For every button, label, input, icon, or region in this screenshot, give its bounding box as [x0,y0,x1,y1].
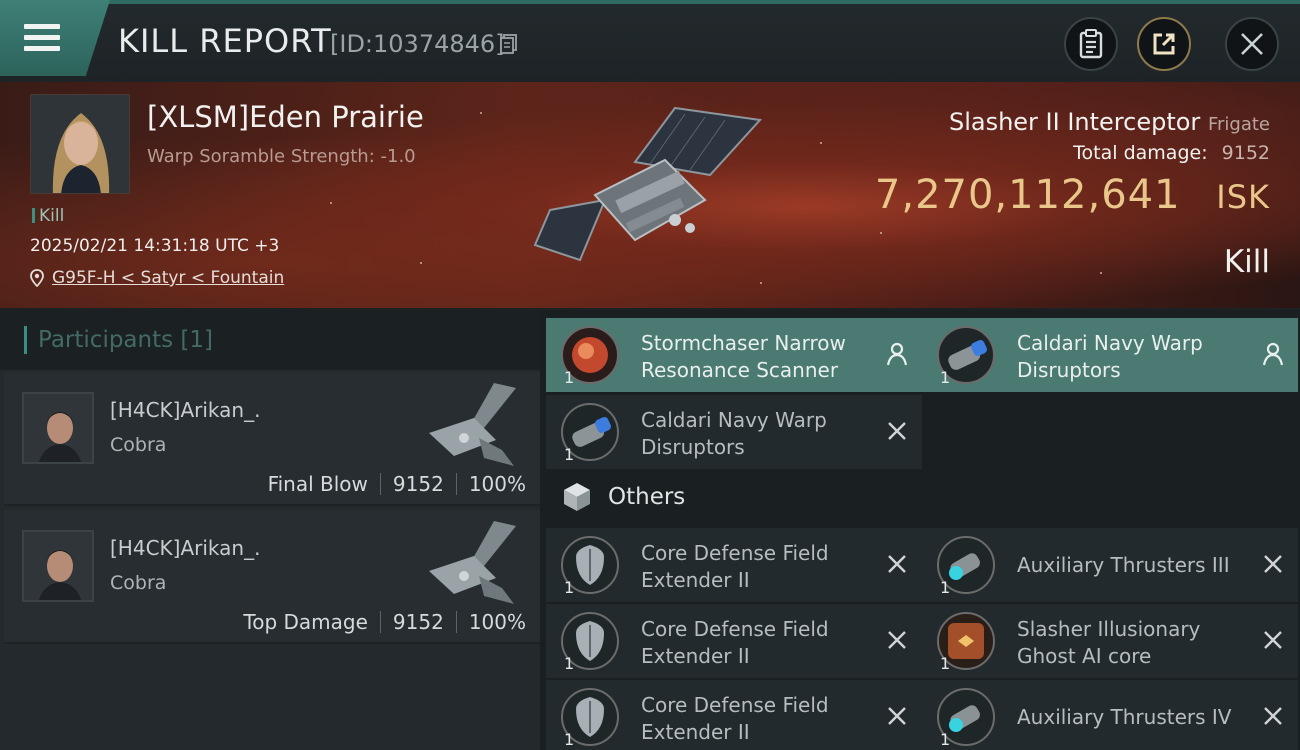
kill-tag: Kill [32,206,64,226]
victim-name: [XLSM]Eden Prairie [147,100,424,134]
participant-role: Final Blow [267,472,368,496]
item-slot[interactable]: 1 Auxiliary Thrusters III [922,528,1298,602]
victim-portrait-icon [31,95,129,193]
total-damage-value: 9152 [1221,142,1270,164]
participants-header: Participants [1] [0,310,540,370]
item-slot[interactable]: 1 Slasher Illusionary Ghost AI core [922,604,1298,678]
destroyed-icon [888,631,906,649]
location-link[interactable]: G95F-H < Satyr < Fountain [30,268,284,288]
item-name: Auxiliary Thrusters III [1017,553,1230,577]
destroyed-icon [888,555,906,573]
kill-datetime: 2025/02/21 14:31:18 UTC +3 [30,236,280,256]
isk-unit: ISK [1216,178,1270,216]
location-text: G95F-H < Satyr < Fountain [52,268,285,288]
isk-amount: 7,270,112,641 [874,172,1181,218]
total-damage: Total damage: 9152 [1073,142,1270,164]
participants-panel: Participants [1] [H4CK]Arikan_. Cobra Fi… [0,310,540,750]
participant-percent: 100% [468,610,526,634]
item-slot[interactable]: 1 Core Defense Field Extender II [546,604,922,678]
pilot-portrait-icon [24,394,92,462]
participant-stats: Top Damage 9152 100% [243,610,526,634]
dropped-icon [886,342,908,366]
isk-value: 7,270,112,641 ISK [875,172,1270,218]
share-button[interactable] [1137,17,1191,71]
item-name: Caldari Navy Warp Disruptors [641,408,827,459]
close-icon [1241,33,1263,55]
item-name: Caldari Navy Warp Disruptors [1017,331,1203,382]
participant-ship-image [429,383,516,466]
item-name: Stormchaser Narrow Resonance Scanner [641,331,846,382]
item-slot[interactable]: 1 Auxiliary Thrusters IV [922,680,1298,750]
participant-name: [H4CK]Arikan_. [110,398,261,422]
dropped-icon [1262,342,1284,366]
report-id: [ID:10374846] [330,30,505,58]
participant-damage: 9152 [392,610,444,634]
participant-row[interactable]: [H4CK]Arikan_. Cobra Final Blow 9152 100… [4,372,540,506]
participant-name: [H4CK]Arikan_. [110,536,261,560]
ship-class: Frigate [1207,114,1270,135]
participant-ship: Cobra [110,572,167,594]
destroyed-icon [888,422,906,440]
others-section-header: Others [540,468,1300,526]
participant-ship-image [429,521,516,604]
participant-ship: Cobra [110,434,167,456]
share-icon [1153,33,1175,55]
location-pin-icon [30,269,44,287]
ship-name: Slasher II Interceptor [948,108,1201,136]
hamburger-icon [24,24,60,52]
victim-hero: [XLSM]Eden Prairie Warp Soramble Strengt… [0,82,1300,308]
item-name: Slasher Illusionary Ghost AI core [1017,617,1201,668]
item-slot[interactable]: 1 Stormchaser Narrow Resonance Scanner [546,318,922,392]
participant-role: Top Damage [243,610,368,634]
pilot-portrait-icon [24,532,92,600]
item-name: Auxiliary Thrusters IV [1017,705,1232,729]
copy-icon[interactable] [500,34,518,54]
item-slot[interactable]: 1 Caldari Navy Warp Disruptors [546,395,922,469]
participant-avatar [22,530,94,602]
top-bar: KILL REPORT [ID:10374846] [0,0,1300,82]
destroyed-icon [1264,631,1282,649]
item-name: Core Defense Field Extender II [641,617,829,668]
kill-result: Kill [1223,244,1270,280]
cube-icon [564,483,590,511]
item-slot[interactable]: 1 Caldari Navy Warp Disruptors [922,318,1298,392]
participants-title: Participants [1] [38,327,214,353]
others-label: Others [608,484,686,510]
item-slot[interactable]: 1 Core Defense Field Extender II [546,680,922,750]
total-damage-label: Total damage: [1073,142,1208,164]
victim-avatar[interactable] [30,94,130,194]
menu-button[interactable] [0,0,110,76]
clipboard-icon [1079,29,1103,59]
participant-row[interactable]: [H4CK]Arikan_. Cobra Top Damage 9152 100… [4,510,540,644]
page-title: KILL REPORT [118,22,332,60]
items-panel: 1 Stormchaser Narrow Resonance Scanner 1… [540,310,1300,750]
destroyed-icon [1264,555,1282,573]
participant-avatar [22,392,94,464]
victim-ship: Slasher II Interceptor Frigate [949,108,1270,136]
participant-stats: Final Blow 9152 100% [268,472,526,496]
item-name: Core Defense Field Extender II [641,541,829,592]
victim-ship-image [533,106,763,262]
destroyed-icon [888,707,906,725]
item-slot[interactable]: 1 Core Defense Field Extender II [546,528,922,602]
participant-damage: 9152 [392,472,444,496]
warp-scramble-strength: Warp Soramble Strength: -1.0 [147,146,416,167]
close-button[interactable] [1225,17,1279,71]
participant-percent: 100% [468,472,526,496]
destroyed-icon [1264,707,1282,725]
item-name: Core Defense Field Extender II [641,693,829,744]
clipboard-button[interactable] [1064,17,1118,71]
